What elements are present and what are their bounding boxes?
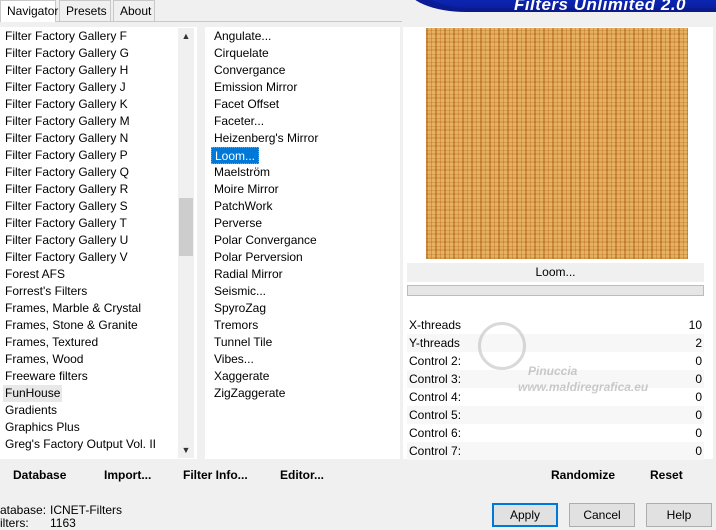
- control-label: Control 3:: [409, 372, 462, 386]
- category-item[interactable]: Greg's Factory Output Vol. II: [5, 436, 156, 453]
- category-item[interactable]: Frames, Marble & Crystal: [5, 300, 141, 317]
- filter-item[interactable]: Emission Mirror: [213, 79, 298, 96]
- control-label: Control 2:: [409, 354, 462, 368]
- category-item[interactable]: Frames, Textured: [5, 334, 98, 351]
- control-row[interactable]: Control 7: 0: [407, 442, 704, 460]
- tab-presets[interactable]: Presets: [59, 0, 111, 21]
- control-row[interactable]: Control 5: 0: [407, 406, 704, 424]
- filter-item[interactable]: Faceter...: [213, 113, 265, 130]
- category-item[interactable]: Forrest's Filters: [5, 283, 87, 300]
- scroll-up-icon[interactable]: ▲: [178, 28, 194, 44]
- filters-count-value: 1163: [50, 516, 76, 530]
- filter-info-button[interactable]: Filter Info...: [183, 466, 248, 485]
- watermark: Pinuccia www.maldiregrafica.eu: [478, 322, 716, 402]
- scroll-down-icon[interactable]: ▼: [178, 442, 194, 458]
- filters-count-label: ilters:: [0, 516, 29, 530]
- filter-item[interactable]: Tunnel Tile: [213, 334, 273, 351]
- control-label: Control 5:: [409, 408, 462, 422]
- filter-item[interactable]: Loom...: [211, 147, 260, 164]
- progress-bar: [407, 285, 704, 296]
- filters-unlimited-banner: Filters Unlimited 2.0: [406, 0, 716, 12]
- import-button[interactable]: Import...: [104, 466, 151, 485]
- reset-button[interactable]: Reset: [650, 466, 683, 485]
- filter-item[interactable]: Angulate...: [213, 28, 272, 45]
- category-item[interactable]: Filter Factory Gallery S: [5, 198, 128, 215]
- control-row[interactable]: Control 6: 0: [407, 424, 704, 442]
- scroll-thumb[interactable]: [179, 198, 193, 256]
- category-item[interactable]: Filter Factory Gallery P: [5, 147, 128, 164]
- banner-title: Filters Unlimited 2.0: [513, 0, 686, 12]
- tab-navigator[interactable]: Navigator: [0, 0, 58, 22]
- randomize-button[interactable]: Randomize: [551, 466, 615, 485]
- control-label: Control 4:: [409, 390, 462, 404]
- tab-about[interactable]: About: [113, 0, 155, 21]
- filter-item[interactable]: SpyroZag: [213, 300, 267, 317]
- watermark-logo: [478, 322, 526, 370]
- category-item[interactable]: Gradients: [5, 402, 57, 419]
- category-item[interactable]: Filter Factory Gallery T: [5, 215, 127, 232]
- category-item[interactable]: Forest AFS: [5, 266, 65, 283]
- filter-item[interactable]: Seismic...: [213, 283, 267, 300]
- filter-item[interactable]: Vibes...: [213, 351, 255, 368]
- selected-filter-name: Loom...: [407, 263, 704, 282]
- category-item[interactable]: Frames, Stone & Granite: [5, 317, 138, 334]
- filter-item[interactable]: Polar Perversion: [213, 249, 304, 266]
- control-value[interactable]: 0: [695, 424, 702, 442]
- control-value[interactable]: 0: [695, 406, 702, 424]
- category-item[interactable]: Graphics Plus: [5, 419, 80, 436]
- preview-image: [426, 28, 688, 259]
- database-value: ICNET-Filters: [50, 503, 122, 517]
- category-item[interactable]: Freeware filters: [5, 368, 88, 385]
- control-label: Y-threads: [409, 336, 460, 350]
- category-item[interactable]: FunHouse: [3, 385, 63, 402]
- filter-item[interactable]: Tremors: [213, 317, 259, 334]
- category-item[interactable]: Filter Factory Gallery U: [5, 232, 128, 249]
- category-item[interactable]: Filter Factory Gallery Q: [5, 164, 129, 181]
- category-item[interactable]: Filter Factory Gallery J: [5, 79, 126, 96]
- database-label: atabase:: [0, 503, 47, 517]
- control-label: Control 7:: [409, 444, 462, 458]
- control-label: Control 6:: [409, 426, 462, 440]
- apply-button[interactable]: Apply: [492, 503, 558, 527]
- control-value[interactable]: 0: [695, 442, 702, 460]
- category-item[interactable]: Filter Factory Gallery F: [5, 28, 127, 45]
- category-item[interactable]: Filter Factory Gallery K: [5, 96, 128, 113]
- filter-item[interactable]: PatchWork: [213, 198, 273, 215]
- filter-item[interactable]: Polar Convergance: [213, 232, 318, 249]
- filter-item[interactable]: Facet Offset: [213, 96, 280, 113]
- filter-item[interactable]: Radial Mirror: [213, 266, 284, 283]
- filter-item[interactable]: Heizenberg's Mirror: [213, 130, 319, 147]
- category-scrollbar[interactable]: ▲ ▼: [178, 28, 194, 458]
- database-button[interactable]: Database: [13, 466, 66, 485]
- editor-button[interactable]: Editor...: [280, 466, 324, 485]
- category-item[interactable]: Filter Factory Gallery H: [5, 62, 128, 79]
- filter-item[interactable]: Moire Mirror: [213, 181, 280, 198]
- tab-strip-line: [0, 21, 402, 22]
- cancel-button[interactable]: Cancel: [569, 503, 635, 527]
- category-item[interactable]: Filter Factory Gallery M: [5, 113, 130, 130]
- category-list[interactable]: Filter Factory Gallery F Filter Factory G…: [0, 27, 197, 459]
- filter-item[interactable]: Cirquelate: [213, 45, 270, 62]
- category-item[interactable]: Filter Factory Gallery G: [5, 45, 129, 62]
- category-item[interactable]: Filter Factory Gallery R: [5, 181, 128, 198]
- filter-item[interactable]: Xaggerate: [213, 368, 270, 385]
- filter-item[interactable]: Convergance: [213, 62, 286, 79]
- filter-item[interactable]: Maelström: [213, 164, 271, 181]
- category-item[interactable]: Filter Factory Gallery V: [5, 249, 128, 266]
- control-label: X-threads: [409, 318, 462, 332]
- filter-item[interactable]: ZigZaggerate: [213, 385, 286, 402]
- category-item[interactable]: Frames, Wood: [5, 351, 83, 368]
- help-button[interactable]: Help: [646, 503, 712, 527]
- category-item[interactable]: Filter Factory Gallery N: [5, 130, 128, 147]
- filter-item[interactable]: Perverse: [213, 215, 263, 232]
